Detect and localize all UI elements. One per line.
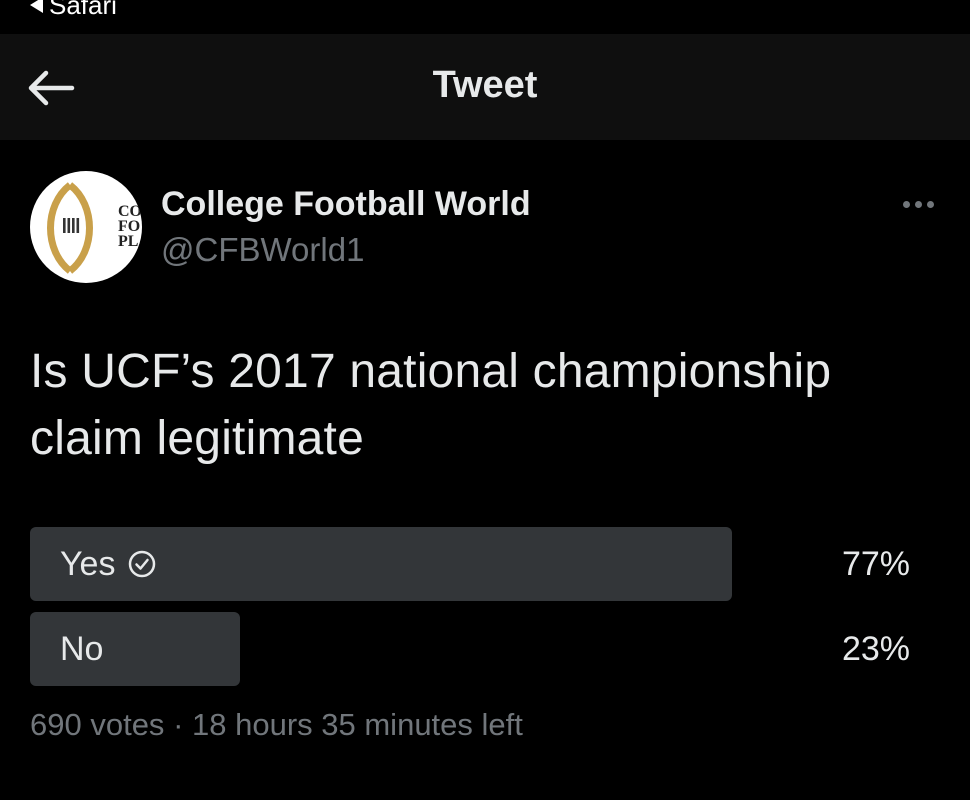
poll-option-label: Yes: [60, 544, 116, 583]
check-circle-icon: [129, 550, 156, 578]
tweet-text-line-2: claim legitimate: [30, 412, 364, 465]
more-icon[interactable]: [898, 194, 938, 214]
back-triangle-icon: [30, 0, 43, 13]
tweet-page: Safari Tweet CO FO PL College Football W…: [0, 0, 970, 800]
author-name[interactable]: College Football World: [161, 185, 531, 224]
poll-meta: 690 votes · 18 hours 35 minutes left: [30, 707, 523, 743]
logo-text-line-3: PL: [118, 233, 138, 250]
poll-label-yes: Yes: [60, 527, 157, 601]
tweet-text: Is UCF’s 2017 national championship clai…: [30, 338, 940, 472]
poll-option-label: No: [60, 629, 104, 668]
status-back-to-app[interactable]: Safari: [30, 0, 117, 20]
status-back-label: Safari: [49, 0, 117, 20]
more-dot: [914, 200, 922, 208]
more-dot: [902, 200, 910, 208]
poll-percent-yes: 77%: [841, 544, 910, 583]
poll-time-left: 18 hours 35 minutes left: [192, 707, 523, 742]
poll-votes: 690 votes: [30, 707, 165, 742]
page-title: Tweet: [432, 64, 538, 106]
more-dot: [926, 200, 934, 208]
author-handle[interactable]: @CFBWorld1: [161, 231, 364, 269]
poll-option-no[interactable]: No 23%: [30, 612, 910, 686]
poll-percent-no: 23%: [841, 629, 910, 668]
tweet-text-line-1: Is UCF’s 2017 national championship: [30, 345, 832, 398]
header-bar: Tweet: [0, 34, 970, 140]
poll-separator: ·: [173, 707, 184, 742]
poll-option-yes[interactable]: Yes 77%: [30, 527, 910, 601]
avatar[interactable]: CO FO PL: [30, 171, 142, 283]
poll-label-no: No: [60, 612, 103, 686]
cfp-logo-icon: CO FO PL: [47, 182, 142, 274]
